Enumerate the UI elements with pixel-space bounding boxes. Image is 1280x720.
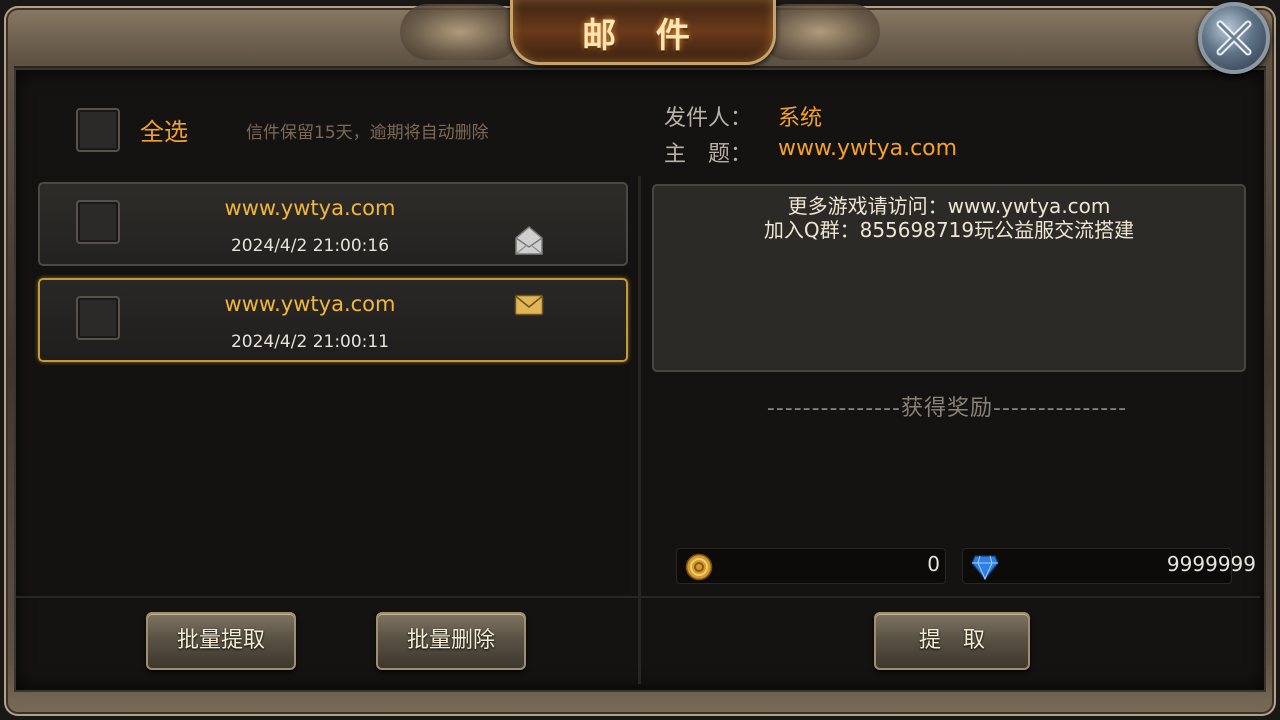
- claim-button[interactable]: 提 取: [874, 612, 1030, 670]
- gold-value: 0: [927, 552, 940, 576]
- mail-item-title: www.ywtya.com: [224, 196, 396, 220]
- envelope-closed-icon: [514, 294, 544, 316]
- mail-item-date: 2024/4/2 21:00:16: [230, 236, 390, 256]
- mail-body-line: 更多游戏请访问：www.ywtya.com: [787, 194, 1111, 218]
- mail-body-line: 加入Q群：855698719玩公益服交流搭建: [763, 218, 1135, 242]
- envelope-open-icon: [515, 226, 543, 255]
- diamond-icon: [971, 555, 999, 580]
- window-title: 邮 件: [582, 16, 704, 56]
- title-ornament-right: [760, 4, 880, 60]
- mail-item-date: 2024/4/2 21:00:11: [230, 332, 390, 352]
- close-icon: [1216, 20, 1252, 56]
- title-plaque: 邮 件: [510, 0, 776, 65]
- batch-claim-button[interactable]: 批量提取: [146, 612, 296, 670]
- mail-list-item-selected[interactable]: www.ywtya.com 2024/4/2 21:00:11: [38, 278, 628, 362]
- subject-label: 主 题：: [664, 142, 753, 167]
- panel-divider: [638, 176, 641, 684]
- diamond-value: 9999999: [1166, 552, 1256, 576]
- gold-coin-icon: [685, 553, 713, 581]
- retention-note: 信件保留15天，逾期将自动删除: [246, 123, 489, 143]
- mail-list-item[interactable]: www.ywtya.com 2024/4/2 21:00:16: [38, 182, 628, 266]
- title-ornament-left: [400, 4, 520, 60]
- reward-section-title: ---------------获得奖励---------------: [766, 396, 1128, 421]
- sender-value: 系统: [778, 106, 823, 131]
- bottom-divider: [16, 596, 1260, 598]
- batch-delete-button[interactable]: 批量删除: [376, 612, 526, 670]
- mail-body-box: 更多游戏请访问：www.ywtya.com 加入Q群：855698719玩公益服…: [652, 184, 1246, 372]
- select-all-label[interactable]: 全选: [140, 112, 188, 147]
- subject-value: www.ywtya.com: [778, 136, 958, 161]
- mail-item-title: www.ywtya.com: [224, 292, 396, 316]
- sender-label: 发件人：: [664, 106, 753, 131]
- select-all-checkbox[interactable]: [76, 108, 120, 152]
- close-button[interactable]: [1198, 2, 1270, 74]
